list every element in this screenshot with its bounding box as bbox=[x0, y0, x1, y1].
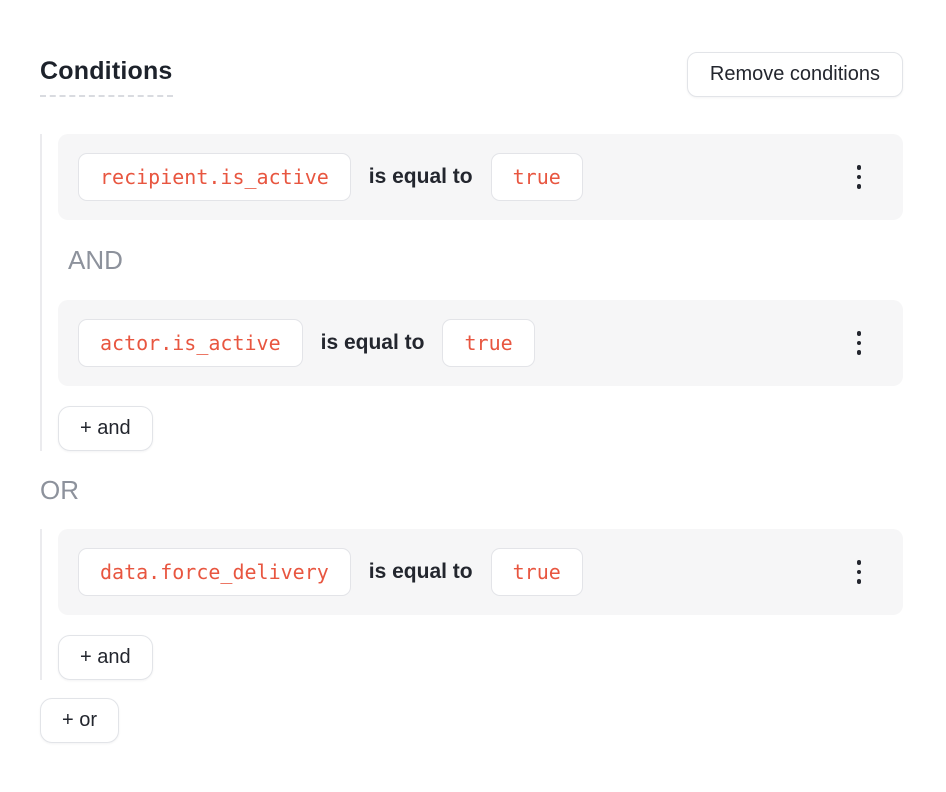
value-chip[interactable]: true bbox=[442, 319, 534, 367]
add-or-button[interactable]: + or bbox=[40, 698, 119, 743]
or-joiner-label: OR bbox=[40, 477, 903, 503]
operator-label: is equal to bbox=[369, 560, 473, 584]
condition-group-1: recipient.is_active is equal to true AND… bbox=[40, 134, 903, 451]
and-joiner-label: AND bbox=[68, 247, 903, 273]
remove-conditions-button[interactable]: Remove conditions bbox=[687, 52, 903, 97]
kebab-menu-icon[interactable] bbox=[847, 157, 872, 197]
add-and-button[interactable]: + and bbox=[58, 635, 153, 680]
condition-row: data.force_delivery is equal to true bbox=[58, 529, 903, 615]
operator-label: is equal to bbox=[369, 165, 473, 189]
kebab-menu-icon[interactable] bbox=[847, 552, 872, 592]
condition-group-2: data.force_delivery is equal to true + a… bbox=[40, 529, 903, 680]
field-chip[interactable]: actor.is_active bbox=[78, 319, 303, 367]
kebab-menu-icon[interactable] bbox=[847, 323, 872, 363]
operator-label: is equal to bbox=[321, 331, 425, 355]
condition-row: actor.is_active is equal to true bbox=[58, 300, 903, 386]
value-chip[interactable]: true bbox=[491, 153, 583, 201]
condition-row: recipient.is_active is equal to true bbox=[58, 134, 903, 220]
field-chip[interactable]: recipient.is_active bbox=[78, 153, 351, 201]
conditions-panel: Conditions Remove conditions recipient.i… bbox=[0, 0, 946, 743]
conditions-header: Conditions Remove conditions bbox=[40, 52, 903, 97]
value-chip[interactable]: true bbox=[491, 548, 583, 596]
field-chip[interactable]: data.force_delivery bbox=[78, 548, 351, 596]
page-title: Conditions bbox=[40, 57, 173, 97]
add-and-button[interactable]: + and bbox=[58, 406, 153, 451]
